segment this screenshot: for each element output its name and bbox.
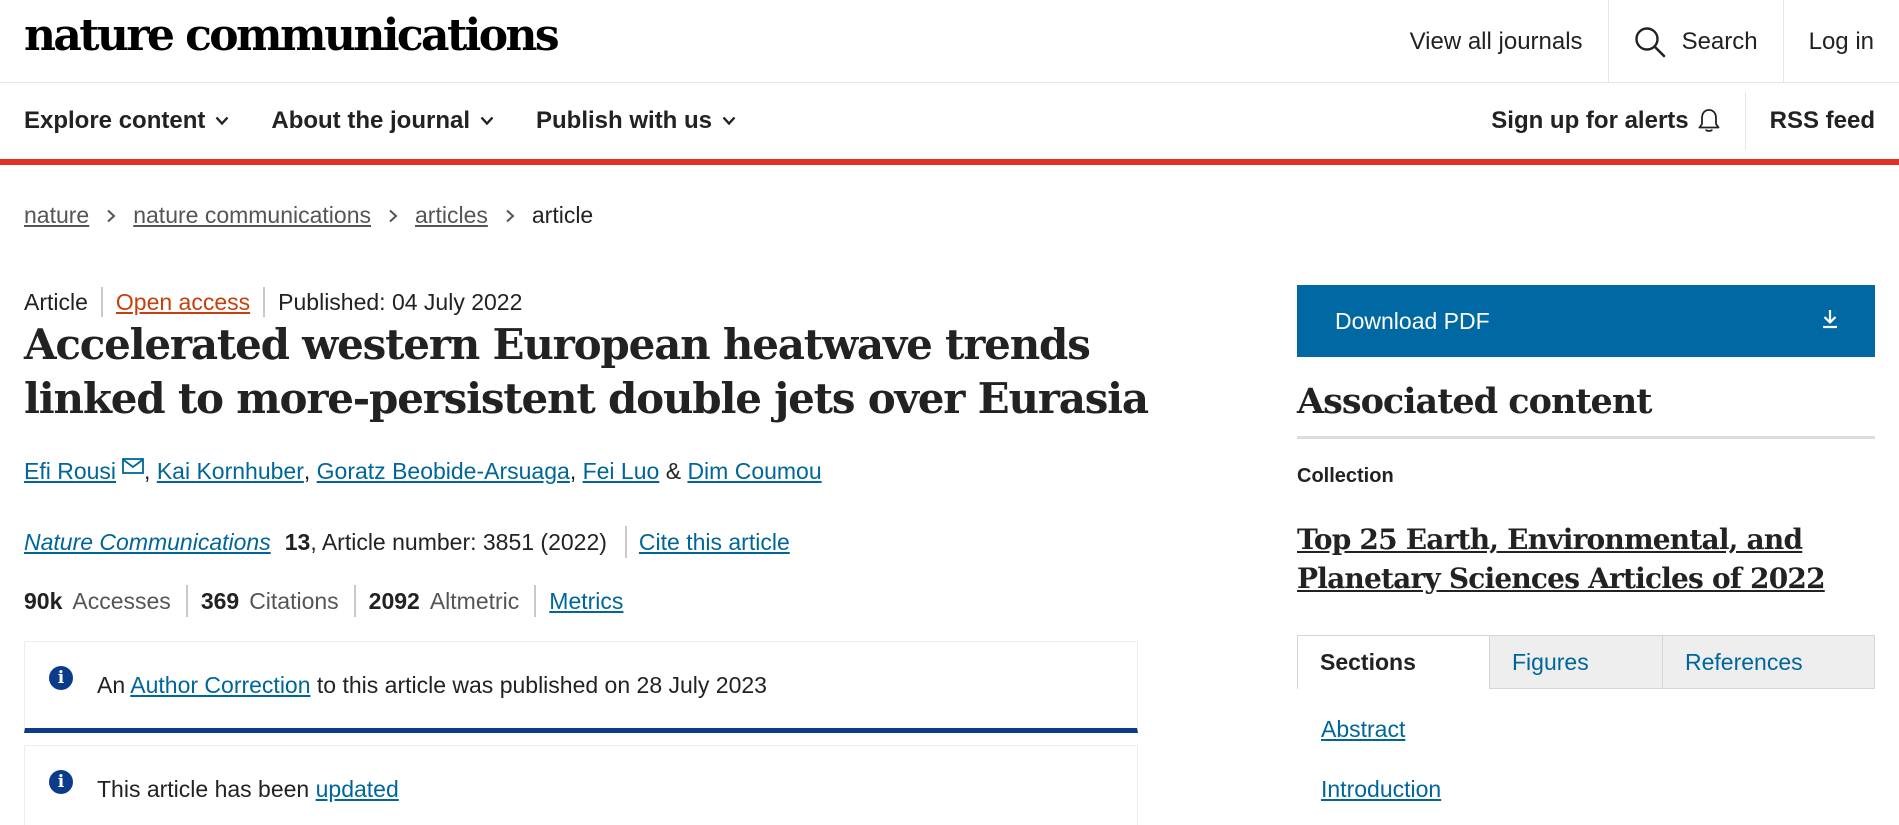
- section-list: Abstract Introduction: [1321, 716, 1441, 825]
- chevron-right-icon: [106, 209, 116, 223]
- section-link-introduction[interactable]: Introduction: [1321, 776, 1441, 803]
- correction-text: An Author Correction to this article was…: [97, 672, 767, 699]
- collection-label: Collection: [1297, 465, 1394, 487]
- chevron-down-icon: [215, 116, 229, 126]
- collection-link[interactable]: Top 25 Earth, Environmental, and Planeta…: [1297, 520, 1875, 598]
- author-separator: ,: [144, 458, 157, 484]
- chevron-right-icon: [505, 209, 515, 223]
- info-icon: i: [49, 666, 73, 690]
- article-nav-tabs: Sections Figures References: [1297, 635, 1875, 689]
- article-number: , Article number: 3851 (2022): [310, 528, 607, 555]
- search-icon: [1634, 26, 1666, 58]
- bell-icon: [1697, 108, 1721, 134]
- author-link[interactable]: Fei Luo: [583, 458, 660, 485]
- article-type: Article: [24, 288, 88, 315]
- tab-figures[interactable]: Figures: [1490, 635, 1663, 689]
- divider: [353, 585, 356, 617]
- main-nav: Explore content About the journal Publis…: [0, 83, 1899, 165]
- author-list: Efi Rousi , Kai Kornhuber , Goratz Beobi…: [24, 457, 822, 485]
- author-separator: ,: [303, 458, 317, 484]
- divider: [534, 585, 537, 617]
- altmetric-label: Altmetric: [429, 587, 520, 614]
- download-icon: [1821, 308, 1839, 335]
- rss-feed-label: RSS feed: [1769, 107, 1875, 134]
- mail-icon[interactable]: [122, 457, 144, 474]
- tab-sections[interactable]: Sections: [1297, 635, 1490, 689]
- section-link-abstract[interactable]: Abstract: [1321, 716, 1441, 743]
- published-date: Published: 04 July 2022: [278, 288, 523, 315]
- header-actions: View all journals Search Log in: [1385, 0, 1899, 83]
- view-all-journals-link[interactable]: View all journals: [1385, 0, 1608, 83]
- search-label: Search: [1681, 27, 1758, 55]
- divider: [624, 526, 627, 558]
- update-text: This article has been updated: [97, 776, 399, 803]
- search-button[interactable]: Search: [1607, 0, 1783, 83]
- correction-text-pre: An: [97, 672, 131, 698]
- nav-publish-with-us[interactable]: Publish with us: [536, 107, 736, 135]
- chevron-down-icon: [722, 116, 736, 126]
- correction-notice: i An Author Correction to this article w…: [24, 641, 1138, 733]
- nav-about-label: About the journal: [271, 107, 471, 134]
- correction-text-post: to this article was published on 28 July…: [310, 672, 767, 698]
- breadcrumb-current: article: [531, 202, 594, 228]
- author-link[interactable]: Dim Coumou: [687, 458, 821, 485]
- altmetric-score: 2092: [368, 587, 420, 614]
- accesses-label: Accesses: [72, 587, 171, 614]
- accesses-count: 90k: [24, 587, 63, 614]
- update-notice: i This article has been updated: [24, 745, 1138, 825]
- article-metrics: 90k Accesses 369 Citations 2092 Altmetri…: [24, 585, 623, 617]
- breadcrumb-articles[interactable]: articles: [415, 202, 488, 229]
- nav-publish-label: Publish with us: [536, 107, 713, 134]
- author-link[interactable]: Goratz Beobide-Arsuaga: [317, 458, 570, 485]
- sign-up-alerts-label: Sign up for alerts: [1491, 107, 1689, 134]
- author-link[interactable]: Efi Rousi: [24, 458, 116, 485]
- divider: [185, 585, 188, 617]
- chevron-down-icon: [480, 116, 494, 126]
- author-ampersand: &: [659, 458, 688, 484]
- nav-about-journal[interactable]: About the journal: [271, 107, 494, 135]
- author-correction-link[interactable]: Author Correction: [130, 672, 310, 698]
- journal-logo[interactable]: nature communications: [24, 10, 560, 61]
- journal-name-link[interactable]: Nature Communications: [24, 529, 271, 556]
- metrics-link[interactable]: Metrics: [549, 588, 623, 615]
- author-link[interactable]: Kai Kornhuber: [157, 458, 304, 485]
- rss-feed-link[interactable]: RSS feed: [1744, 92, 1899, 150]
- site-header: nature communications View all journals …: [0, 0, 1899, 83]
- view-all-journals-label: View all journals: [1409, 27, 1583, 55]
- breadcrumb: nature nature communications articles ar…: [24, 202, 593, 229]
- divider: [263, 287, 266, 317]
- chevron-right-icon: [388, 209, 398, 223]
- login-label: Log in: [1808, 27, 1874, 55]
- citations-count: 369: [200, 587, 240, 614]
- citations-label: Citations: [249, 587, 339, 614]
- download-pdf-label: Download PDF: [1335, 307, 1490, 334]
- citation-line: Nature Communications 13 , Article numbe…: [24, 526, 790, 558]
- associated-content-heading: Associated content: [1297, 381, 1875, 439]
- login-link[interactable]: Log in: [1782, 0, 1899, 83]
- nav-explore-label: Explore content: [24, 107, 206, 134]
- tab-references[interactable]: References: [1663, 635, 1875, 689]
- nav-explore-content[interactable]: Explore content: [24, 107, 229, 135]
- info-icon: i: [49, 770, 73, 794]
- article-title: Accelerated western European heatwave tr…: [24, 320, 1149, 423]
- volume-number: 13: [284, 528, 311, 555]
- divider: [100, 287, 103, 317]
- article-meta: Article Open access Published: 04 July 2…: [24, 287, 522, 317]
- sign-up-alerts-link[interactable]: Sign up for alerts: [1491, 107, 1744, 135]
- update-text-pre: This article has been: [97, 776, 316, 802]
- updated-link[interactable]: updated: [316, 776, 399, 802]
- open-access-link[interactable]: Open access: [116, 289, 250, 316]
- breadcrumb-nature[interactable]: nature: [24, 202, 89, 229]
- breadcrumb-nature-communications[interactable]: nature communications: [133, 202, 371, 229]
- cite-article-link[interactable]: Cite this article: [639, 529, 790, 556]
- author-separator: ,: [569, 458, 583, 484]
- download-pdf-button[interactable]: Download PDF: [1297, 285, 1875, 357]
